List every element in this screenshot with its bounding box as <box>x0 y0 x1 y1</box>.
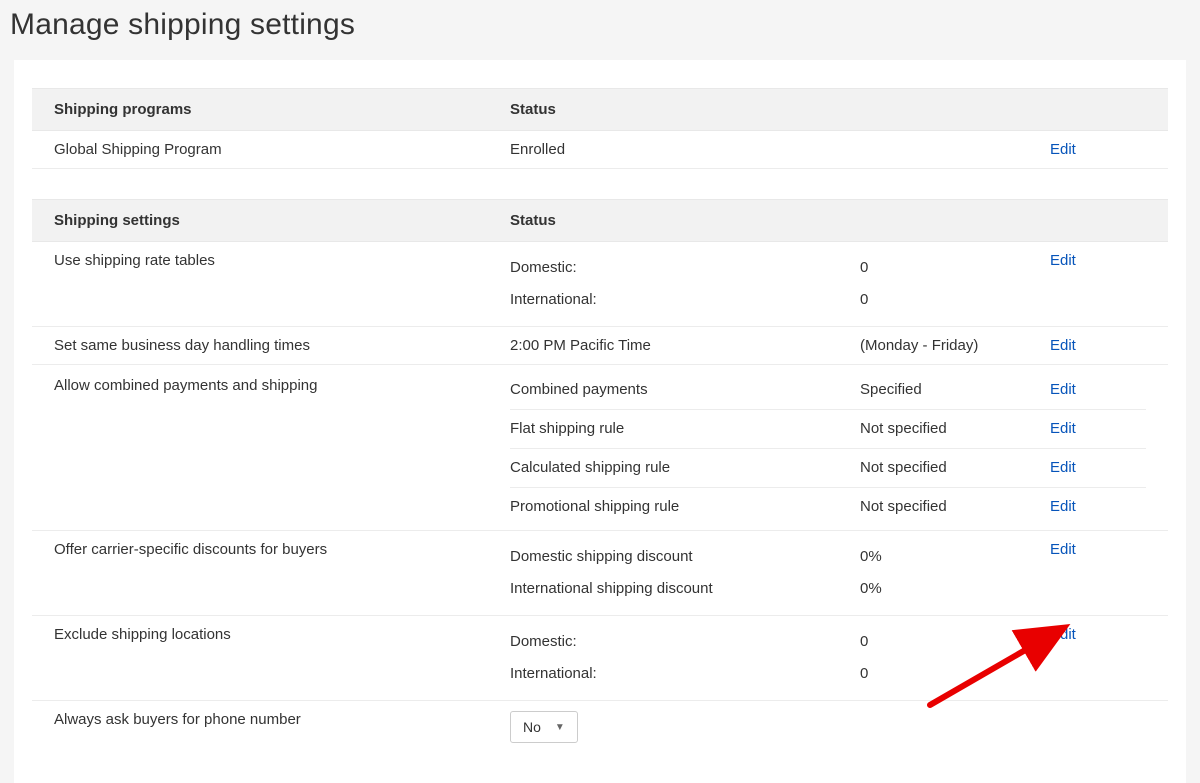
promotional-rule-name: Promotional shipping rule <box>510 488 860 526</box>
promotional-rule-value: Not specified <box>860 488 1050 526</box>
rate-tables-international-label: International: <box>510 284 860 316</box>
exclude-label: Exclude shipping locations <box>32 626 510 643</box>
combined-row: Allow combined payments and shipping Com… <box>32 365 1168 531</box>
settings-header-col1: Shipping settings <box>32 212 510 229</box>
gsp-label: Global Shipping Program <box>32 141 510 158</box>
shipping-programs-section: Shipping programs Status Global Shipping… <box>32 88 1168 169</box>
phone-select-value: No <box>523 719 541 735</box>
settings-header: Shipping settings Status <box>32 199 1168 242</box>
page-title: Manage shipping settings <box>0 0 1200 60</box>
rate-tables-edit-link[interactable]: Edit <box>1050 252 1076 269</box>
rate-tables-domestic-label: Domestic: <box>510 252 860 284</box>
phone-label: Always ask buyers for phone number <box>32 711 510 728</box>
exclude-international-label: International: <box>510 658 860 690</box>
flat-rule-edit-link[interactable]: Edit <box>1050 417 1076 441</box>
calculated-rule-edit-link[interactable]: Edit <box>1050 456 1076 480</box>
programs-header: Shipping programs Status <box>32 88 1168 131</box>
combined-payments-value: Specified <box>860 371 1050 410</box>
phone-select[interactable]: No ▼ <box>510 711 578 743</box>
handling-times-row: Set same business day handling times 2:0… <box>32 327 1168 365</box>
combined-payments-edit-link[interactable]: Edit <box>1050 378 1076 402</box>
handling-times-label: Set same business day handling times <box>32 337 510 354</box>
settings-card: Shipping programs Status Global Shipping… <box>14 60 1186 783</box>
gsp-status: Enrolled <box>510 141 860 158</box>
discounts-label: Offer carrier-specific discounts for buy… <box>32 541 510 558</box>
rate-tables-label: Use shipping rate tables <box>32 252 510 269</box>
international-discount-value: 0% <box>860 573 1050 605</box>
exclude-international-value: 0 <box>860 658 1050 690</box>
programs-header-col1: Shipping programs <box>32 101 510 118</box>
gsp-edit-link[interactable]: Edit <box>1050 141 1076 158</box>
promotional-rule-edit-link[interactable]: Edit <box>1050 495 1076 519</box>
domestic-discount-label: Domestic shipping discount <box>510 541 860 573</box>
shipping-settings-section: Shipping settings Status Use shipping ra… <box>32 199 1168 753</box>
programs-header-col2: Status <box>510 101 860 118</box>
exclude-edit-link[interactable]: Edit <box>1050 626 1076 643</box>
flat-rule-name: Flat shipping rule <box>510 410 860 449</box>
rate-tables-domestic-value: 0 <box>860 252 1050 284</box>
global-shipping-program-row: Global Shipping Program Enrolled Edit <box>32 131 1168 169</box>
chevron-down-icon: ▼ <box>555 722 565 733</box>
discounts-row: Offer carrier-specific discounts for buy… <box>32 531 1168 616</box>
flat-rule-value: Not specified <box>860 410 1050 449</box>
calculated-rule-name: Calculated shipping rule <box>510 449 860 488</box>
rate-tables-row: Use shipping rate tables Domestic: Inter… <box>32 242 1168 327</box>
handling-times-value: 2:00 PM Pacific Time <box>510 337 860 354</box>
calculated-rule-value: Not specified <box>860 449 1050 488</box>
combined-label: Allow combined payments and shipping <box>32 371 510 394</box>
phone-row: Always ask buyers for phone number No ▼ <box>32 701 1168 753</box>
exclude-row: Exclude shipping locations Domestic: Int… <box>32 616 1168 701</box>
rate-tables-international-value: 0 <box>860 284 1050 316</box>
handling-times-days: (Monday - Friday) <box>860 337 1050 354</box>
settings-header-col2: Status <box>510 212 860 229</box>
handling-times-edit-link[interactable]: Edit <box>1050 337 1076 354</box>
international-discount-label: International shipping discount <box>510 573 860 605</box>
domestic-discount-value: 0% <box>860 541 1050 573</box>
exclude-domestic-label: Domestic: <box>510 626 860 658</box>
exclude-domestic-value: 0 <box>860 626 1050 658</box>
combined-payments-name: Combined payments <box>510 371 860 410</box>
discounts-edit-link[interactable]: Edit <box>1050 541 1076 558</box>
